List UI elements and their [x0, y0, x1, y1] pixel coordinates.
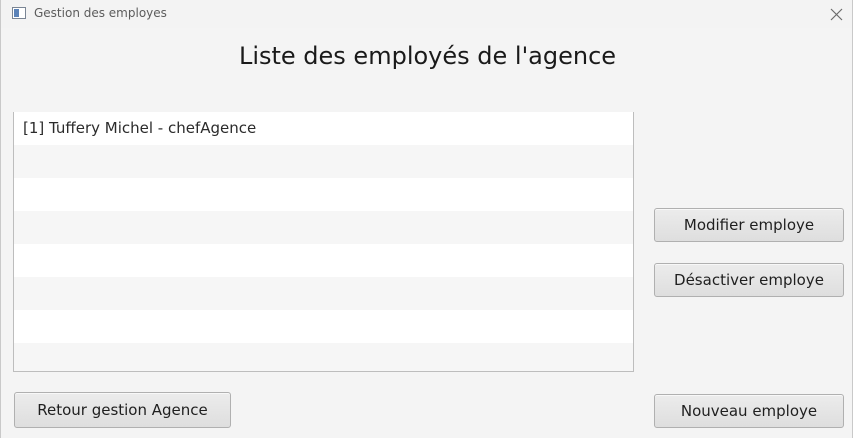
desactiver-employe-button[interactable]: Désactiver employe: [654, 263, 844, 297]
page-title: Liste des employés de l'agence: [238, 42, 617, 70]
nouveau-employe-button[interactable]: Nouveau employe: [654, 394, 844, 428]
close-button[interactable]: [822, 0, 852, 28]
list-item[interactable]: [14, 211, 633, 244]
employee-list[interactable]: [1] Tuffery Michel - chefAgence: [13, 112, 634, 372]
window-title: Gestion des employes: [34, 6, 167, 20]
list-item[interactable]: [14, 277, 633, 310]
application-window: Gestion des employes Liste des employés …: [0, 0, 853, 438]
title-bar[interactable]: Gestion des employes: [1, 0, 852, 28]
list-item[interactable]: [1] Tuffery Michel - chefAgence: [14, 112, 633, 145]
modifier-employe-button[interactable]: Modifier employe: [654, 208, 844, 242]
list-item[interactable]: [14, 310, 633, 343]
list-item[interactable]: [14, 343, 633, 371]
list-item[interactable]: [14, 178, 633, 211]
close-icon: [830, 8, 843, 21]
list-item[interactable]: [14, 145, 633, 178]
retour-gestion-agence-button[interactable]: Retour gestion Agence: [14, 392, 231, 428]
list-item[interactable]: [14, 244, 633, 277]
app-window-icon: [12, 7, 26, 19]
